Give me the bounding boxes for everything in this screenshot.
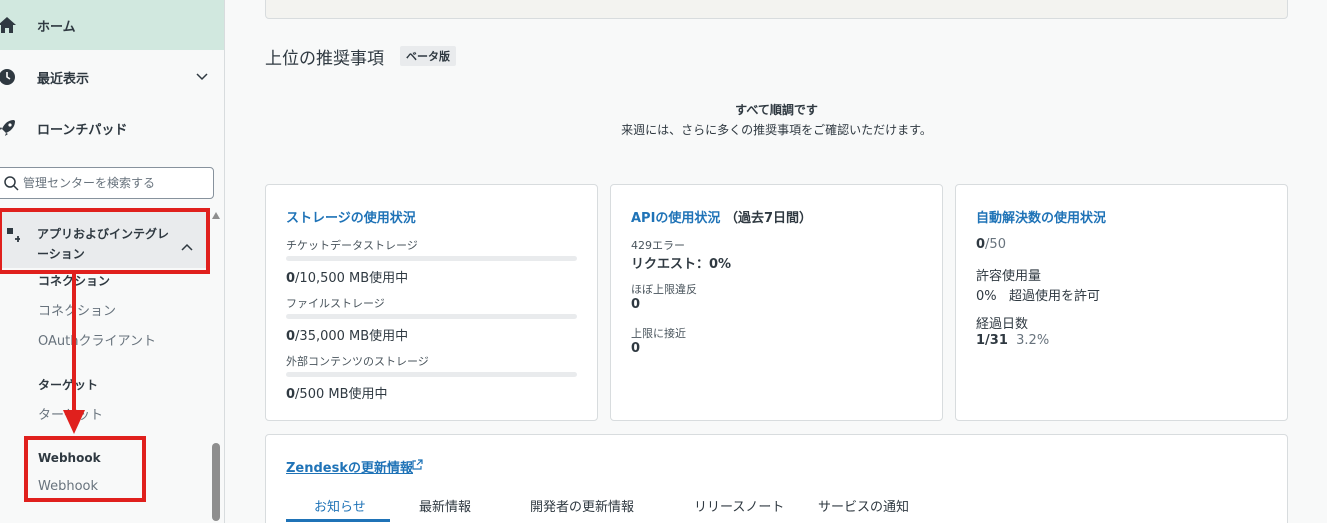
days-elapsed-label: 経過日数: [976, 317, 1029, 332]
approach-limit-label: 上限に接近: [631, 327, 686, 340]
file-storage-value: 0/35,000 MB使用中: [286, 329, 409, 344]
tab-service-notices[interactable]: サービスの通知: [818, 496, 909, 515]
auto-resolution-card: 自動解決数の使用状況 0/50 許容使用量 0% 超過使用を許可 経過日数 1/…: [955, 184, 1288, 421]
top-panel: [265, 0, 1288, 19]
scroll-up-arrow[interactable]: [212, 212, 220, 219]
storage-card-title[interactable]: ストレージの使用状況: [286, 207, 416, 226]
zendesk-updates-card: Zendeskの更新情報 お知らせ 最新情報 開発者の更新情報 リリースノート …: [265, 434, 1288, 523]
file-storage-bar: [286, 314, 577, 319]
home-icon: [0, 14, 18, 36]
days-elapsed-value: 1/31 3.2%: [976, 333, 1050, 348]
highlight-box-webhook: [24, 436, 146, 502]
storage-usage-card: ストレージの使用状況 チケットデータストレージ 0/10,500 MB使用中 フ…: [265, 184, 598, 421]
zendesk-updates-link[interactable]: Zendeskの更新情報: [286, 457, 413, 476]
sidebar-item-label: 最近表示: [37, 71, 90, 87]
allowed-usage-label: 許容使用量: [976, 269, 1042, 284]
external-link-icon: [412, 459, 423, 470]
auto-card-title[interactable]: 自動解決数の使用状況: [976, 207, 1106, 226]
annotation-arrow-head: [63, 410, 85, 434]
rocket-icon: [0, 117, 18, 139]
oauth-clients-link[interactable]: OAuthクライアント: [38, 330, 156, 349]
tab-developer-updates[interactable]: 開発者の更新情報: [530, 496, 634, 515]
error-label: 429エラー: [631, 239, 685, 252]
external-storage-label: 外部コンテンツのストレージ: [286, 355, 429, 368]
active-tab-indicator: [286, 519, 390, 522]
beta-badge: ベータ版: [400, 46, 456, 66]
ticket-storage-label: チケットデータストレージ: [286, 239, 418, 252]
approach-limit-value: 0: [631, 341, 641, 356]
search-box[interactable]: [0, 167, 214, 199]
api-usage-card: APIの使用状況 （過去7日間） 429エラー リクエスト：0% ほぼ上限違反 …: [610, 184, 943, 421]
sidebar-item-recent[interactable]: 最近表示: [0, 52, 224, 102]
tab-announcements[interactable]: お知らせ: [314, 496, 366, 515]
ticket-storage-bar: [286, 256, 577, 261]
allowed-usage-value: 0% 超過使用を許可: [976, 289, 1101, 304]
all-good-subtext: 来週には、さらに多くの推奨事項をご確認いただけます。: [621, 123, 932, 137]
near-limit-value: 0: [631, 297, 641, 312]
sidebar-item-label: ホーム: [37, 19, 76, 35]
search-icon: [4, 176, 19, 191]
scrollbar-thumb[interactable]: [212, 443, 220, 521]
external-storage-value: 0/500 MB使用中: [286, 387, 388, 402]
all-good-heading: すべて順調です: [735, 103, 818, 117]
highlight-box-apps: [0, 208, 210, 274]
sidebar-item-label: ローンチパッド: [37, 122, 128, 138]
annotation-arrow-line: [72, 272, 76, 412]
near-limit-label: ほぼ上限違反: [631, 283, 697, 296]
clock-icon: [0, 66, 18, 88]
search-input[interactable]: [23, 176, 203, 190]
error-value: リクエスト：0%: [631, 257, 732, 272]
api-card-title[interactable]: APIの使用状況 （過去7日間）: [631, 207, 812, 226]
chevron-down-icon[interactable]: [196, 70, 208, 85]
recommendations-title: 上位の推奨事項: [265, 49, 384, 69]
file-storage-label: ファイルストレージ: [286, 297, 385, 310]
sidebar-item-launchpad[interactable]: ローンチパッド: [0, 103, 224, 153]
external-storage-bar: [286, 372, 577, 377]
sidebar-item-home[interactable]: ホーム: [0, 0, 224, 50]
auto-count: 0/50: [976, 237, 1006, 252]
tab-latest[interactable]: 最新情報: [419, 496, 471, 515]
tab-release-notes[interactable]: リリースノート: [694, 496, 784, 515]
targets-header: ターゲット: [38, 378, 99, 392]
connections-link[interactable]: コネクション: [38, 300, 116, 319]
ticket-storage-value: 0/10,500 MB使用中: [286, 271, 409, 286]
